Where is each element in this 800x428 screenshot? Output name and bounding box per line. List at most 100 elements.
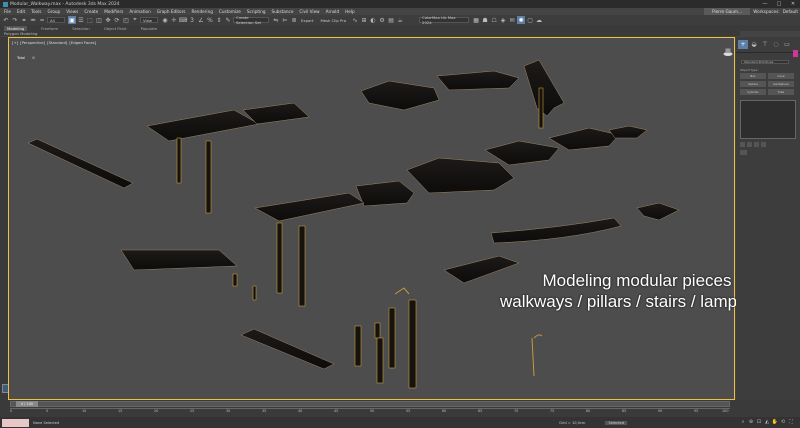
- vp-edges-label[interactable]: [Edged Faces]: [69, 40, 96, 45]
- key-mode-dropdown[interactable]: Selected: [605, 420, 628, 425]
- maximize-viewport-icon[interactable]: ⛶: [788, 419, 794, 425]
- bind-icon[interactable]: ≈: [38, 16, 46, 24]
- perspective-viewport[interactable]: [8, 37, 735, 400]
- tab-selection[interactable]: Selection: [72, 26, 90, 31]
- menu-substance[interactable]: Substance: [272, 9, 294, 14]
- layer-icon[interactable]: ≣: [290, 16, 298, 24]
- object-type-header[interactable]: Object Type: [740, 68, 758, 72]
- zoom-icon[interactable]: ⌕: [740, 419, 746, 425]
- percent-snap-icon[interactable]: %: [206, 16, 214, 24]
- sphere-button[interactable]: Sphere: [740, 81, 766, 87]
- unlink-icon[interactable]: ⚮: [29, 16, 37, 24]
- menu-help[interactable]: Help: [345, 9, 355, 14]
- close-button[interactable]: ✕: [786, 0, 800, 8]
- render-frame-icon[interactable]: ▤: [387, 16, 395, 24]
- cylinder-button[interactable]: Cylinder: [740, 89, 766, 95]
- select-by-name-icon[interactable]: ☰: [77, 16, 85, 24]
- maxscript-listener[interactable]: [2, 418, 29, 427]
- export-button[interactable]: Export: [299, 17, 315, 23]
- box-button[interactable]: Box: [740, 73, 766, 79]
- menu-rendering[interactable]: Rendering: [192, 9, 213, 14]
- render-iterative-icon[interactable]: ☗: [481, 16, 489, 24]
- tab-modeling[interactable]: Modeling: [4, 25, 28, 31]
- reference-coord-dropdown[interactable]: View: [140, 17, 158, 23]
- arnold-render-icon[interactable]: ✺: [517, 16, 526, 24]
- select-manipulate-icon[interactable]: ✛: [170, 16, 178, 24]
- coord-dropdown[interactable]: ColorMax Lib Max 2024: [419, 15, 470, 25]
- edit-named-sets-icon[interactable]: ✎: [224, 16, 232, 24]
- menu-tools[interactable]: Tools: [31, 9, 41, 14]
- region-select-icon[interactable]: ⬚: [86, 16, 94, 24]
- make-unique-icon[interactable]: [754, 142, 759, 147]
- undo-icon[interactable]: ↶: [2, 16, 10, 24]
- rotate-icon[interactable]: ⟳: [113, 16, 121, 24]
- menu-group[interactable]: Group: [47, 9, 60, 14]
- orbit-icon[interactable]: ⟲: [780, 419, 786, 425]
- zoom-all-icon[interactable]: ⊕: [748, 419, 754, 425]
- hierarchy-tab-icon[interactable]: ⊤: [760, 40, 770, 49]
- render-icon[interactable]: ☕: [396, 16, 404, 24]
- snaps-toggle-icon[interactable]: 3: [188, 16, 196, 24]
- menu-file[interactable]: File: [4, 9, 11, 14]
- render-cloud-icon[interactable]: ☁: [535, 16, 543, 24]
- tab-object-paint[interactable]: Object Paint: [104, 26, 127, 31]
- scene-explorer-icon[interactable]: ▦: [472, 16, 480, 24]
- render-window-icon[interactable]: ▢: [526, 16, 534, 24]
- tube-button[interactable]: Tube: [768, 89, 794, 95]
- selection-filter-dropdown[interactable]: All: [47, 17, 65, 23]
- pin-stack-icon[interactable]: [740, 142, 745, 147]
- viewcube-home-icon[interactable]: [723, 47, 733, 57]
- workspace-value[interactable]: Default: [783, 9, 798, 14]
- primitive-type-dropdown[interactable]: Standard Primitives: [741, 60, 789, 64]
- menu-views[interactable]: Views: [66, 9, 78, 14]
- vp-shading-label[interactable]: [Standard]: [47, 40, 67, 45]
- menu-scripting[interactable]: Scripting: [247, 9, 266, 14]
- create-tab-icon[interactable]: +: [738, 40, 748, 49]
- mesh-clip-button[interactable]: Mesh Clip Pro: [318, 17, 348, 23]
- menu-modifiers[interactable]: Modifiers: [104, 9, 123, 14]
- menu-create[interactable]: Create: [84, 9, 98, 14]
- render-production-icon[interactable]: ☖: [490, 16, 498, 24]
- tab-populate[interactable]: Populate: [141, 26, 158, 31]
- fov-icon[interactable]: ◭: [764, 419, 770, 425]
- redo-icon[interactable]: ↷: [11, 16, 19, 24]
- tab-freeform[interactable]: Freeform: [41, 26, 58, 31]
- cone-button[interactable]: Cone: [768, 73, 794, 79]
- menu-arnold[interactable]: Arnold: [326, 9, 340, 14]
- geosphere-button[interactable]: GeoSphere: [768, 81, 794, 87]
- remove-modifier-icon[interactable]: [761, 142, 766, 147]
- align-icon[interactable]: ⊨: [281, 16, 289, 24]
- mirror-icon[interactable]: ⇋: [272, 16, 280, 24]
- pan-icon[interactable]: ✋: [772, 419, 778, 425]
- configure-sets-icon[interactable]: [740, 150, 747, 155]
- window-crossing-icon[interactable]: ◫: [95, 16, 103, 24]
- menu-civil-view[interactable]: Civil View: [299, 9, 319, 14]
- modify-tab-icon[interactable]: ◒: [749, 40, 759, 49]
- menu-animation[interactable]: Animation: [129, 9, 150, 14]
- minimize-button[interactable]: —: [758, 0, 772, 8]
- time-slider[interactable]: 0 / 100: [16, 401, 38, 407]
- place-icon[interactable]: ⌖: [131, 16, 139, 24]
- sign-in-button[interactable]: Pierre Gaum...: [704, 8, 750, 15]
- move-icon[interactable]: ✥: [104, 16, 112, 24]
- zoom-extents-icon[interactable]: ⊡: [756, 419, 762, 425]
- named-selection-dropdown[interactable]: Create Selection Set: [233, 15, 269, 25]
- curve-editor-icon[interactable]: ∿: [351, 16, 359, 24]
- keyboard-shortcut-icon[interactable]: ⌨: [179, 16, 188, 24]
- select-object-icon[interactable]: ▣: [68, 16, 76, 24]
- vp-view-label[interactable]: [Perspective]: [20, 40, 45, 45]
- material-editor-icon[interactable]: ◐: [369, 16, 377, 24]
- show-end-result-icon[interactable]: [747, 142, 752, 147]
- menu-customize[interactable]: Customize: [219, 9, 241, 14]
- pivot-icon[interactable]: ◉: [161, 16, 169, 24]
- maximize-button[interactable]: □: [772, 0, 786, 8]
- menu-edit[interactable]: Edit: [17, 9, 25, 14]
- menu-graph-editors[interactable]: Graph Editors: [157, 9, 186, 14]
- vp-plus-label[interactable]: [+]: [12, 40, 18, 45]
- motion-tab-icon[interactable]: ◌: [771, 40, 781, 49]
- active-shade-icon[interactable]: ◈: [499, 16, 507, 24]
- render-message-icon[interactable]: ✉: [508, 16, 516, 24]
- link-icon[interactable]: ⚭: [20, 16, 28, 24]
- polygon-modeling-label[interactable]: Polygon Modeling: [4, 31, 37, 36]
- workspace-selector[interactable]: Workspaces: Default: [753, 8, 798, 15]
